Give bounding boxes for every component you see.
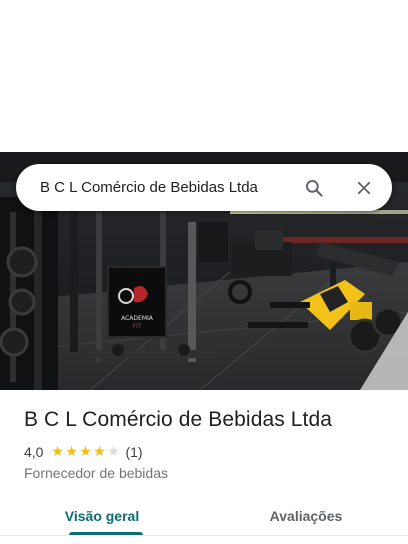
rating-stars: ★ ★ ★ ★ ★ (50, 445, 120, 459)
star-empty-icon: ★ (107, 444, 120, 460)
close-icon[interactable] (349, 173, 379, 203)
review-count[interactable]: (1) (125, 444, 142, 460)
search-icon[interactable] (299, 173, 329, 203)
rating-row[interactable]: 4,0 ★ ★ ★ ★ ★ (1) (24, 444, 143, 460)
tab-overview[interactable]: Visão geral (0, 498, 204, 534)
sign-text: ACADEMIA (121, 315, 154, 322)
sign-subtext: FIT (133, 323, 142, 330)
star-icon: ★ (79, 444, 92, 460)
map-blank-area (0, 0, 408, 152)
star-icon: ★ (93, 444, 106, 460)
place-name: B C L Comércio de Bebidas Ltda (24, 408, 333, 431)
search-input[interactable]: B C L Comércio de Bebidas Ltda (16, 179, 299, 196)
place-tabs: Visão geral Avaliações (0, 498, 408, 544)
tabs-divider (0, 535, 408, 536)
tab-reviews[interactable]: Avaliações (204, 498, 408, 534)
search-bar[interactable]: B C L Comércio de Bebidas Ltda (16, 164, 392, 211)
star-icon: ★ (51, 444, 64, 460)
place-category: Fornecedor de bebidas (24, 465, 168, 481)
star-icon: ★ (65, 444, 78, 460)
rating-value: 4,0 (24, 444, 44, 460)
